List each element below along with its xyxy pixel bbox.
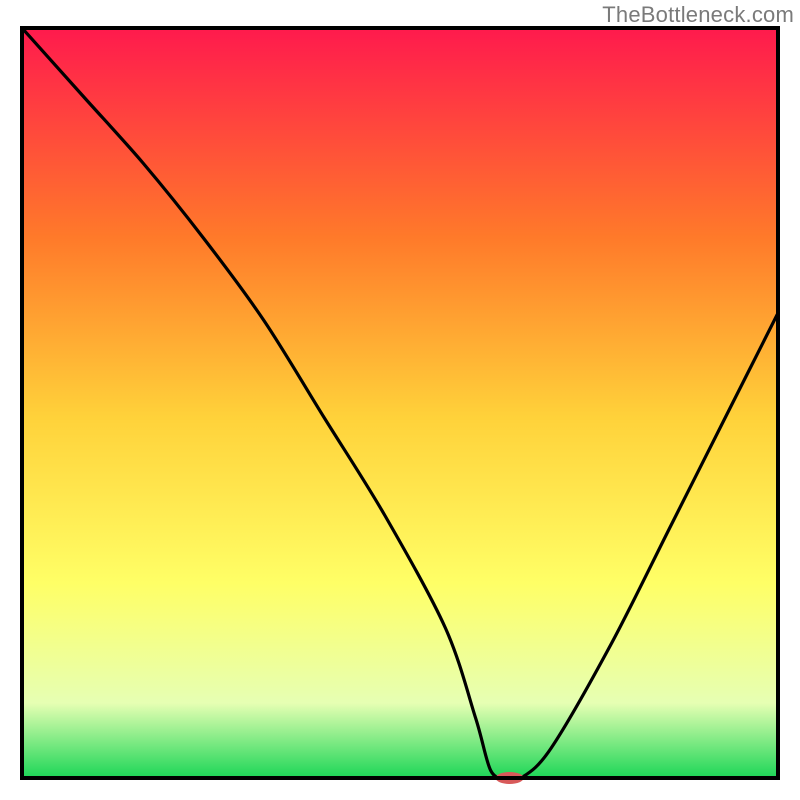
plot-area (22, 28, 778, 784)
chart-container: { "watermark": "TheBottleneck.com", "cha… (0, 0, 800, 800)
bottleneck-chart (0, 0, 800, 800)
gradient-background (22, 28, 778, 778)
watermark-text: TheBottleneck.com (602, 2, 794, 28)
